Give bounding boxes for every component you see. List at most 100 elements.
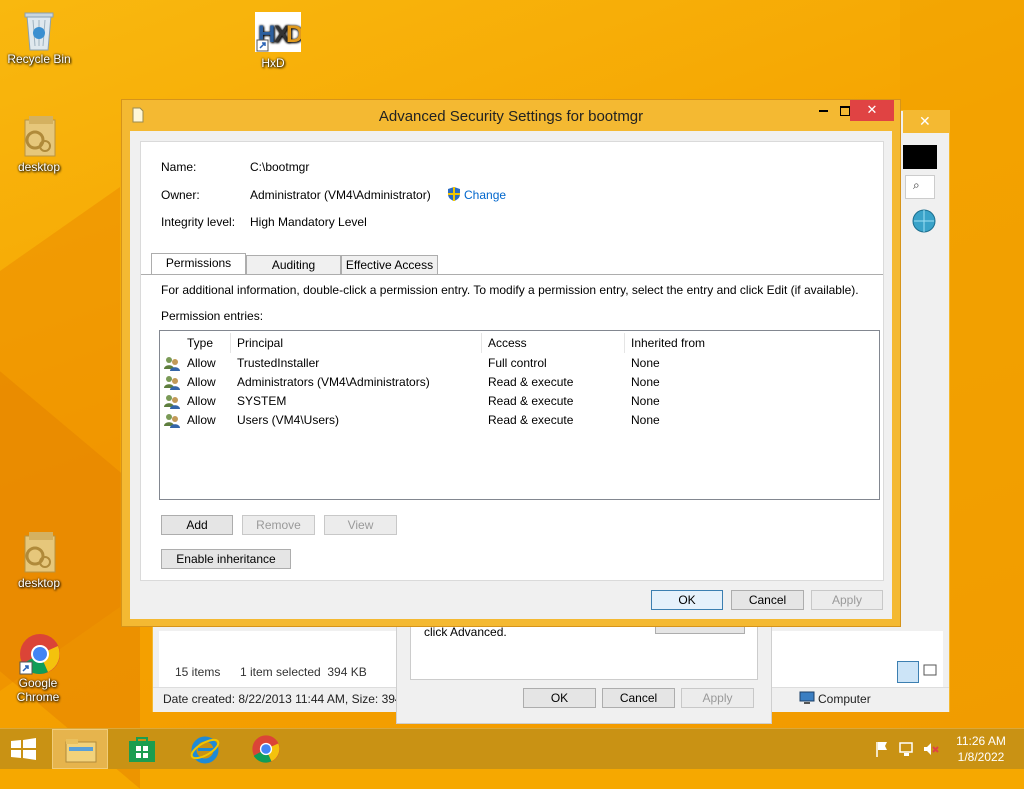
row-inherited: None [631, 394, 660, 408]
entries-label: Permission entries: [161, 309, 264, 323]
minimize-icon [818, 109, 828, 112]
properties-hint-text: click Advanced. [424, 625, 507, 639]
hxd-icon: HXD [253, 12, 303, 52]
explorer-search-box[interactable]: ⌕ [905, 175, 935, 199]
desktop-icon-recycle-bin[interactable]: Recycle Bin [2, 8, 76, 66]
desktop-folder-icon [19, 532, 59, 573]
internet-explorer-icon [189, 733, 221, 768]
dialog-titlebar[interactable]: Advanced Security Settings for bootmgr ✕ [122, 100, 900, 132]
table-row[interactable]: Allow SYSTEM Read & execute None [160, 392, 879, 411]
desktop-icon-label: HxD [261, 56, 285, 70]
users-icon [163, 374, 181, 391]
row-access: Read & execute [488, 375, 574, 389]
desktop-icon-google-chrome[interactable]: Google Chrome [2, 632, 74, 704]
add-button[interactable]: Add [161, 515, 233, 535]
close-button[interactable]: ✕ [850, 100, 894, 121]
close-icon: ✕ [919, 113, 931, 129]
row-inherited: None [631, 356, 660, 370]
tab-permissions[interactable]: Permissions [151, 253, 246, 275]
chrome-icon [18, 632, 60, 675]
permission-entries-list[interactable]: Type Principal Access Inherited from All… [159, 330, 880, 500]
network-icon[interactable] [898, 740, 916, 758]
volume-muted-icon[interactable] [922, 740, 940, 758]
row-access: Read & execute [488, 413, 574, 427]
status-item-count: 15 items [175, 665, 221, 679]
taskbar-file-explorer[interactable] [52, 729, 108, 769]
row-type: Allow [187, 413, 216, 427]
properties-apply-button[interactable]: Apply [681, 688, 754, 708]
apply-button[interactable]: Apply [811, 590, 883, 610]
users-icon [163, 355, 181, 372]
owner-value: Administrator (VM4\Administrator) [250, 188, 431, 202]
row-type: Allow [187, 375, 216, 389]
desktop-icon-label: desktop [17, 160, 61, 174]
users-icon [163, 412, 181, 429]
dialog-client-area: Name: C:\bootmgr Owner: Administrator (V… [130, 131, 892, 619]
background-properties-dialog[interactable]: click Advanced. OK Cancel Apply [396, 618, 772, 724]
name-value: C:\bootmgr [250, 160, 310, 174]
explorer-close-button[interactable]: ✕ [903, 111, 949, 133]
desktop-icon-desktop-1[interactable]: desktop [2, 116, 76, 174]
properties-ok-button[interactable]: OK [523, 688, 596, 708]
row-type: Allow [187, 356, 216, 370]
ok-button[interactable]: OK [651, 590, 723, 610]
row-inherited: None [631, 375, 660, 389]
view-button[interactable]: View [324, 515, 397, 535]
address-bar-segment [903, 145, 937, 169]
name-label: Name: [161, 160, 197, 174]
remove-button[interactable]: Remove [242, 515, 315, 535]
desktop-icon-label: desktop [17, 576, 61, 590]
change-owner-link[interactable]: Change [464, 188, 506, 202]
search-icon: ⌕ [913, 178, 920, 192]
cancel-button[interactable]: Cancel [731, 590, 804, 610]
column-header-inherited[interactable]: Inherited from [631, 336, 705, 354]
taskbar-chrome[interactable] [238, 729, 294, 769]
tab-divider [141, 274, 883, 275]
folder-icon [65, 737, 97, 766]
table-row[interactable]: Allow Administrators (VM4\Administrators… [160, 373, 879, 392]
info-text: For additional information, double-click… [161, 283, 859, 297]
column-header-access[interactable]: Access [488, 336, 527, 354]
network-globe-icon [911, 208, 937, 234]
taskbar: 11:26 AM 1/8/2022 [0, 728, 1024, 769]
details-location: Computer [818, 692, 871, 706]
minimize-button[interactable] [810, 100, 836, 121]
row-principal: SYSTEM [237, 394, 287, 408]
enable-inheritance-button[interactable]: Enable inheritance [161, 549, 291, 569]
row-principal: TrustedInstaller [237, 356, 320, 370]
details-date-created: Date created: 8/22/2013 11:44 AM, Size: … [163, 692, 411, 706]
desktop-icon-desktop-2[interactable]: desktop [2, 532, 76, 590]
taskbar-store[interactable] [114, 729, 170, 769]
tab-auditing[interactable]: Auditing [246, 255, 341, 275]
owner-label: Owner: [161, 188, 200, 202]
chrome-icon [251, 734, 281, 767]
clock-date[interactable]: 1/8/2022 [950, 750, 1012, 764]
clock-time[interactable]: 11:26 AM [950, 734, 1012, 748]
properties-cancel-button[interactable]: Cancel [602, 688, 675, 708]
row-principal: Administrators (VM4\Administrators) [237, 375, 430, 389]
action-center-flag-icon[interactable] [874, 740, 890, 758]
column-header-type[interactable]: Type [187, 336, 213, 354]
recycle-bin-icon [19, 8, 59, 51]
desktop-icon-hxd[interactable]: HXD HxD [236, 12, 310, 70]
row-access: Read & execute [488, 394, 574, 408]
table-row[interactable]: Allow TrustedInstaller Full control None [160, 354, 879, 373]
advanced-security-dialog[interactable]: Advanced Security Settings for bootmgr ✕… [121, 99, 901, 627]
tab-effective-access[interactable]: Effective Access [341, 255, 438, 275]
users-icon [163, 393, 181, 410]
row-inherited: None [631, 413, 660, 427]
large-icons-view-icon[interactable] [921, 661, 939, 679]
computer-icon [799, 690, 815, 706]
row-access: Full control [488, 356, 547, 370]
row-type: Allow [187, 394, 216, 408]
start-button[interactable] [0, 729, 48, 769]
column-header-principal[interactable]: Principal [237, 336, 283, 354]
table-row[interactable]: Allow Users (VM4\Users) Read & execute N… [160, 411, 879, 430]
desktop-folder-icon [19, 116, 59, 157]
desktop-icon-label: Google Chrome [16, 676, 60, 704]
taskbar-internet-explorer[interactable] [176, 729, 232, 769]
close-icon: ✕ [866, 102, 878, 117]
properties-panel: click Advanced. [410, 619, 758, 680]
uac-shield-icon [446, 186, 462, 202]
details-view-icon[interactable] [897, 661, 919, 683]
